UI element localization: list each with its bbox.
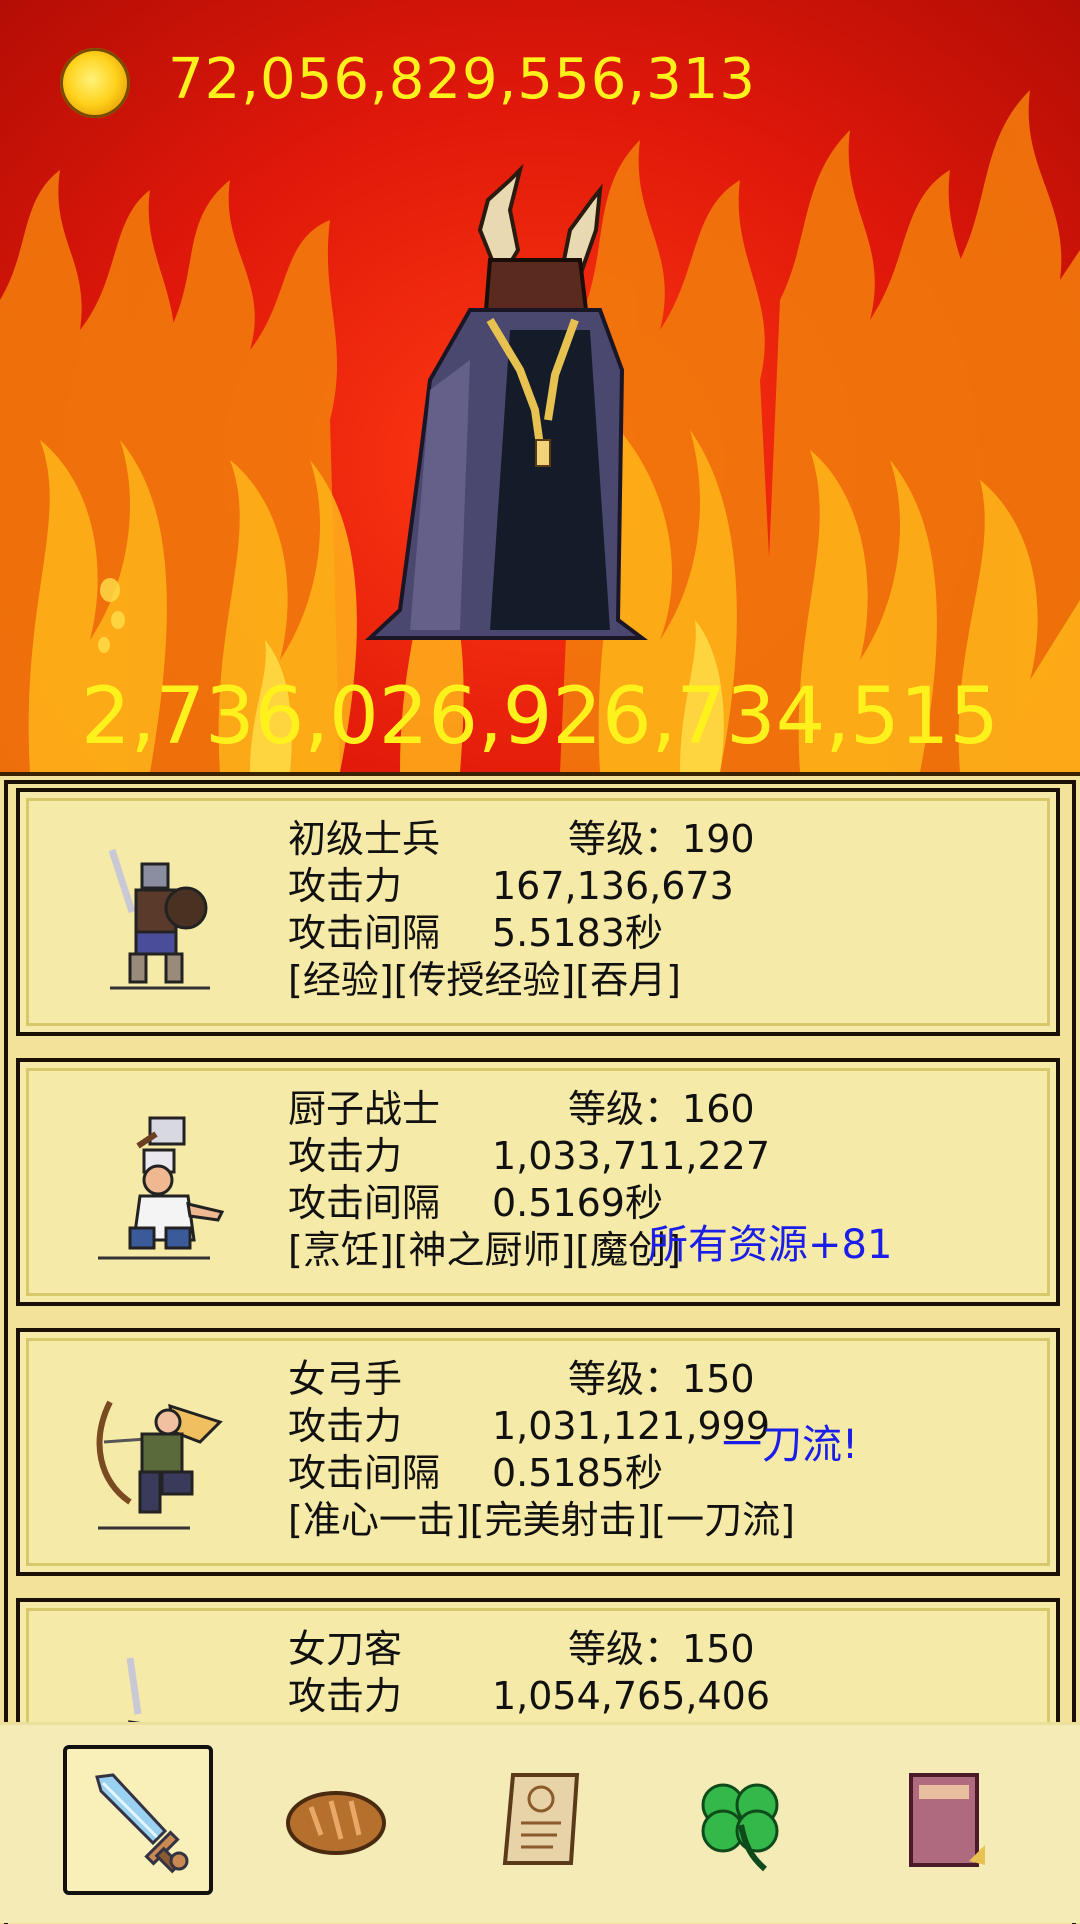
unit-card-chef[interactable]: 厨子战士 等级： 160 攻击力 1,033,711,227 攻击间隔 0.51… [16, 1058, 1060, 1306]
horned-cloaked-demon-icon[interactable] [360, 160, 700, 640]
unit-level-label: 等级： [568, 1627, 683, 1671]
clover-icon [701, 1783, 779, 1872]
unit-level: 150 [682, 1357, 755, 1401]
interval-label: 攻击间隔 [288, 1181, 441, 1225]
unit-name: 厨子战士 [288, 1087, 441, 1131]
interval-label: 攻击间隔 [288, 1451, 441, 1495]
unit-skills: [烹饪][神之厨师][魔创] [288, 1228, 681, 1272]
gold-coin-icon [60, 48, 130, 118]
coin-counter: 72,056,829,556,313 [168, 47, 757, 112]
unit-level-label: 等级： [568, 1087, 683, 1131]
skill-proc-popup: 一刀流! [722, 1422, 859, 1468]
tab-book[interactable] [869, 1745, 1019, 1895]
unit-level-label: 等级： [568, 1357, 683, 1401]
soldier-with-shield-icon [108, 848, 210, 990]
female-archer-icon [96, 1400, 223, 1530]
unit-card-soldier[interactable]: 初级士兵 等级： 190 攻击力 167,136,673 攻击间隔 5.5183… [16, 788, 1060, 1036]
tab-luck[interactable] [665, 1745, 815, 1895]
attack-value: 167,136,673 [492, 864, 734, 908]
attack-label: 攻击力 [288, 1674, 403, 1718]
unit-name: 初级士兵 [288, 817, 441, 861]
chef-with-cleaver-icon [98, 1116, 225, 1260]
unit-name: 女弓手 [288, 1357, 403, 1401]
unit-skills: [准心一击][完美射击][一刀流] [288, 1498, 795, 1542]
bottom-tab-bar [0, 1722, 1080, 1923]
unit-level: 150 [682, 1627, 755, 1671]
bread-icon [286, 1791, 386, 1855]
attack-label: 攻击力 [288, 1404, 403, 1448]
boss-hp-counter: 2,736,026,926,734,515 [81, 672, 999, 762]
unit-name: 女刀客 [288, 1627, 403, 1671]
attack-value: 1,054,765,406 [492, 1674, 771, 1718]
unit-level-label: 等级： [568, 817, 683, 861]
sword-icon [95, 1773, 189, 1874]
tab-scroll[interactable] [465, 1745, 615, 1895]
interval-value: 0.5185秒 [492, 1451, 663, 1495]
unit-level: 190 [682, 817, 755, 861]
book-icon [909, 1773, 985, 1867]
resource-bonus-popup: 所有资源+81 [648, 1222, 893, 1268]
unit-skills: [经验][传授经验][吞月] [288, 958, 681, 1002]
interval-value: 5.5183秒 [492, 911, 663, 955]
attack-label: 攻击力 [288, 1134, 403, 1178]
tab-units[interactable] [63, 1745, 213, 1895]
unit-info: 女弓手 等级： 150 攻击力 1,031,121,999 攻击间隔 0.518… [288, 1356, 795, 1544]
unit-level: 160 [682, 1087, 755, 1131]
tab-food[interactable] [261, 1745, 411, 1895]
interval-value: 0.5169秒 [492, 1181, 663, 1225]
unit-info: 女刀客 等级： 150 攻击力 1,054,765,406 [288, 1626, 770, 1720]
unit-card-archer[interactable]: 女弓手 等级： 150 攻击力 1,031,121,999 攻击间隔 0.518… [16, 1328, 1060, 1576]
attack-value: 1,033,711,227 [492, 1134, 771, 1178]
interval-label: 攻击间隔 [288, 911, 441, 955]
scroll-icon [502, 1773, 580, 1865]
attack-label: 攻击力 [288, 864, 403, 908]
unit-info: 初级士兵 等级： 190 攻击力 167,136,673 攻击间隔 5.5183… [288, 816, 755, 1004]
battle-scene: 72,056,829,556,313 2,736,026,926,734,515 [0, 0, 1080, 772]
